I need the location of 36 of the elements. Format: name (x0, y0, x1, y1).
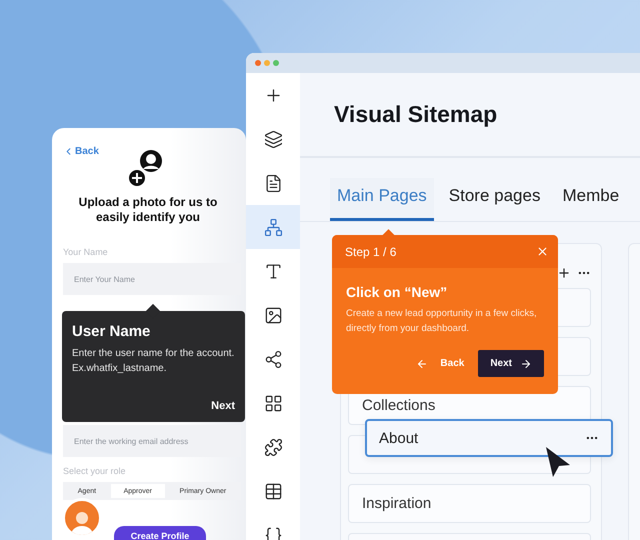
puzzle-icon (264, 438, 282, 456)
plus-icon[interactable] (557, 266, 571, 280)
next-button[interactable]: Next (211, 400, 235, 412)
tab[interactable]: Store pages (442, 178, 548, 221)
tab[interactable]: Membe (555, 178, 626, 221)
tooltip-title: Click on “New” (346, 284, 448, 300)
page-label: About (379, 430, 418, 446)
window-dot-icon[interactable] (255, 60, 261, 66)
dragged-page-card[interactable]: About (365, 419, 613, 457)
create-profile-button[interactable]: Create Profile (114, 526, 206, 540)
sitemap-icon (264, 218, 282, 236)
tooltip-text: Create a new lead opportunity in a few clicks, directly from your dashboard. (346, 307, 538, 336)
tooltip-text: Enter the user name for the account. Ex.whatfix_lastname. (72, 347, 235, 376)
nodes-icon (264, 350, 282, 368)
page-card[interactable]: Inspiration (348, 484, 591, 523)
table-icon (264, 482, 282, 500)
next-button[interactable]: Next (478, 350, 544, 377)
arrow-right-icon (520, 358, 532, 370)
image-icon (264, 306, 282, 324)
text-icon (264, 262, 282, 280)
field-label: Select your role (63, 466, 127, 476)
braces-icon (264, 526, 282, 540)
field-label: Your Name (63, 247, 109, 257)
grid-icon (264, 394, 282, 412)
tooltip-title: User Name (72, 323, 152, 340)
close-icon[interactable] (536, 245, 549, 258)
arrow-left-icon (416, 358, 428, 370)
page-title: Visual Sitemap (300, 73, 640, 158)
page-icon (264, 174, 282, 192)
upload-heading: Upload a photo for us to easily identify you (78, 195, 218, 225)
step-counter: Step 1 / 6 (345, 244, 396, 258)
layers-icon (264, 130, 282, 148)
back-link[interactable]: Back (63, 146, 99, 157)
window-dot-icon[interactable] (273, 60, 279, 66)
tab[interactable]: Main Pages (330, 178, 434, 221)
window-dot-icon[interactable] (264, 60, 270, 66)
